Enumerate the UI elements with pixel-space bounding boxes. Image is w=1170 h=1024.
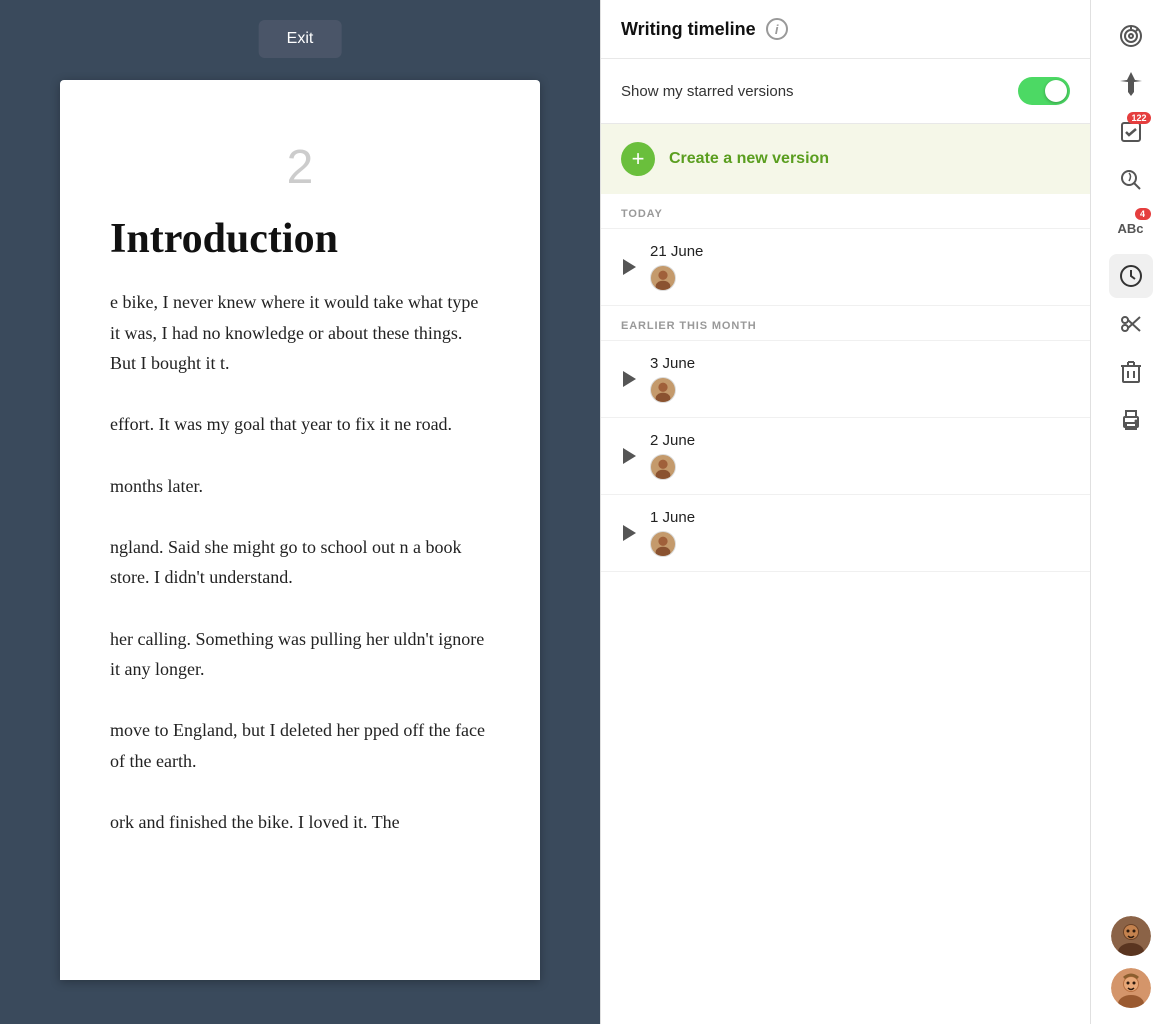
avatar-row bbox=[650, 531, 695, 557]
trash-icon-button[interactable] bbox=[1109, 350, 1153, 394]
avatar-row bbox=[650, 377, 695, 403]
create-version-label: Create a new version bbox=[669, 150, 829, 168]
user-avatar-1[interactable] bbox=[1111, 916, 1151, 956]
entry-info: 2 June bbox=[650, 432, 695, 480]
toggle-label: Show my starred versions bbox=[621, 83, 794, 100]
sidebar-icons: 122 ABc 4 bbox=[1090, 0, 1170, 1024]
timeline-entry-2-june[interactable]: 2 June bbox=[601, 418, 1090, 495]
user-avatar-2[interactable] bbox=[1111, 968, 1151, 1008]
entry-date: 2 June bbox=[650, 432, 695, 449]
entry-info: 21 June bbox=[650, 243, 703, 291]
today-section-label: TODAY bbox=[601, 194, 1090, 229]
timeline-panel: Writing timeline i Show my starred versi… bbox=[600, 0, 1090, 1024]
entry-avatar bbox=[650, 265, 676, 291]
entry-info: 1 June bbox=[650, 509, 695, 557]
exit-button[interactable]: Exit bbox=[259, 20, 342, 58]
starred-toggle[interactable] bbox=[1018, 77, 1070, 105]
play-icon bbox=[623, 259, 636, 275]
abc-badge: 4 bbox=[1135, 208, 1151, 220]
starred-versions-row: Show my starred versions bbox=[601, 59, 1090, 124]
play-icon bbox=[623, 448, 636, 464]
pin-icon-button[interactable] bbox=[1109, 62, 1153, 106]
entry-avatar bbox=[650, 531, 676, 557]
checklist-badge: 122 bbox=[1127, 112, 1150, 124]
play-icon bbox=[623, 371, 636, 387]
timeline-title: Writing timeline bbox=[621, 19, 756, 40]
timeline-entry-1-june[interactable]: 1 June bbox=[601, 495, 1090, 572]
timeline-entry-21-june[interactable]: 21 June bbox=[601, 229, 1090, 306]
right-panel: Writing timeline i Show my starred versi… bbox=[600, 0, 1170, 1024]
earlier-section-label: EARLIER THIS MONTH bbox=[601, 306, 1090, 341]
entry-date: 3 June bbox=[650, 355, 695, 372]
play-icon bbox=[623, 525, 636, 541]
timeline-entry-3-june[interactable]: 3 June bbox=[601, 341, 1090, 418]
entry-info: 3 June bbox=[650, 355, 695, 403]
avatar-row bbox=[650, 454, 695, 480]
search-icon-button[interactable] bbox=[1109, 158, 1153, 202]
scissors-icon-button[interactable] bbox=[1109, 302, 1153, 346]
checklist-icon-button[interactable]: 122 bbox=[1109, 110, 1153, 154]
print-icon-button[interactable] bbox=[1109, 398, 1153, 442]
entry-date: 21 June bbox=[650, 243, 703, 260]
timeline-header: Writing timeline i bbox=[601, 0, 1090, 59]
entry-avatar bbox=[650, 377, 676, 403]
abc-icon-button[interactable]: ABc 4 bbox=[1109, 206, 1153, 250]
entry-avatar bbox=[650, 454, 676, 480]
info-icon: i bbox=[766, 18, 788, 40]
page-number: 2 bbox=[110, 140, 490, 195]
create-version-button[interactable]: + Create a new version bbox=[601, 124, 1090, 194]
document-page: 2 Introduction e bike, I never knew wher… bbox=[60, 80, 540, 980]
document-heading: Introduction bbox=[110, 215, 490, 263]
entry-date: 1 June bbox=[650, 509, 695, 526]
plus-icon: + bbox=[621, 142, 655, 176]
document-area: Exit 2 Introduction e bike, I never knew… bbox=[0, 0, 600, 1024]
clock-icon-button[interactable] bbox=[1109, 254, 1153, 298]
avatar-row bbox=[650, 265, 703, 291]
target-icon-button[interactable] bbox=[1109, 14, 1153, 58]
document-body: e bike, I never knew where it would take… bbox=[110, 287, 490, 838]
